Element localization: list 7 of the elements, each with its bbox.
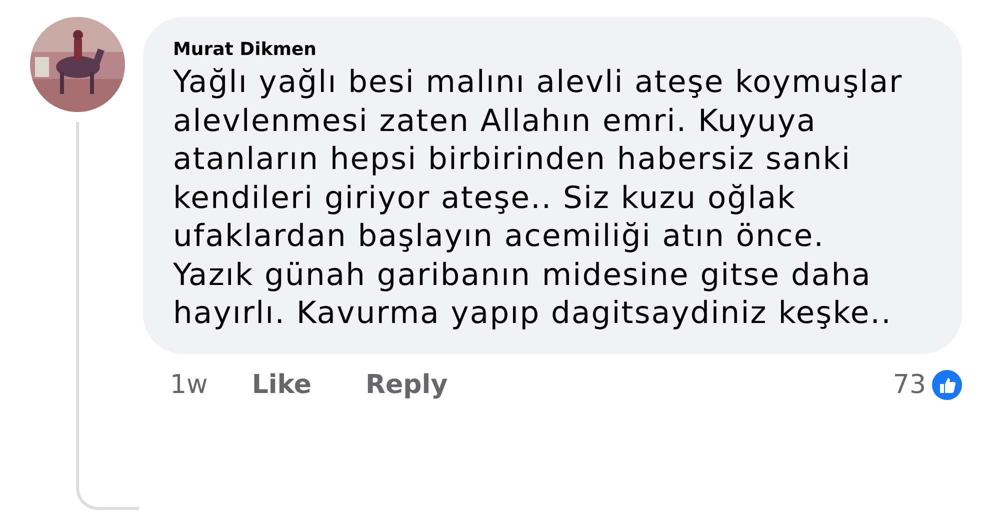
comment-text: Yağlı yağlı besi malını alevli ateşe koymuşlar alevlenmesi zaten Allahın emri. Kuyuya atanların hepsi birbirinden habersiz sanki kendileri giriyor ateşe.. Siz kuzu oğlak ufaklardan başlayın acemiliği atın önce. Yazık günah garibanın midesine gitse daha hayırlı. Kavurma yapıp dagitsaydiniz keşke..: [173, 64, 904, 333]
like-icon: [932, 370, 962, 400]
comment-action-link[interactable]: Like: [252, 370, 312, 400]
comment-time: 1w: [170, 370, 208, 400]
author-name: Murat Dikmen: [173, 39, 318, 60]
reaction-count: 73: [892, 370, 926, 400]
comment-action-link[interactable]: Reply: [366, 370, 448, 400]
